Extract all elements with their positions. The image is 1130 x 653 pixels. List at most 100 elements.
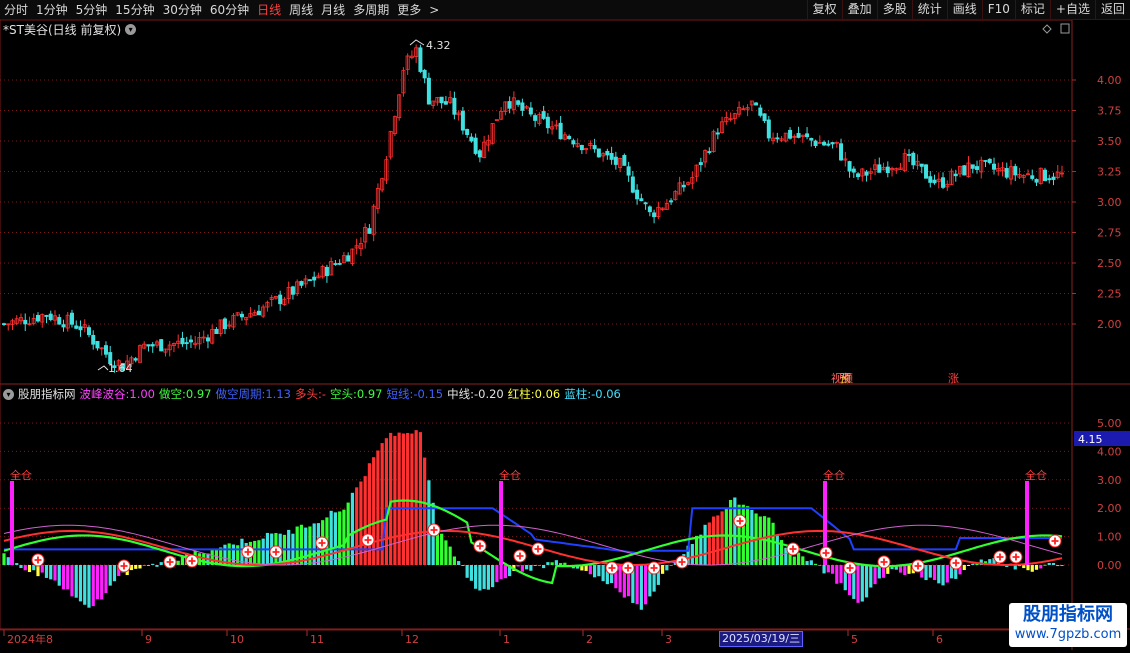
candle-body — [630, 176, 635, 193]
histogram-bar — [860, 565, 864, 602]
candle-body — [452, 97, 457, 115]
histogram-bar — [2, 553, 6, 565]
indicator-value-2: 1.13 — [265, 387, 291, 401]
high-label: 4.32 — [426, 39, 451, 52]
period-tab-10[interactable]: 更多 — [393, 1, 425, 18]
chevron-down-icon[interactable]: ▾ — [3, 388, 14, 400]
chart-border — [0, 19, 1073, 631]
histogram-bar — [525, 565, 529, 570]
candle-body — [983, 160, 988, 162]
histogram-bar — [180, 556, 185, 565]
candle-body — [1047, 178, 1052, 181]
histogram-bar — [70, 565, 74, 597]
period-tab-4[interactable]: 30分钟 — [159, 1, 206, 18]
toolbar-button-3[interactable]: 统计 — [911, 0, 947, 19]
histogram-bar — [550, 562, 554, 565]
histogram-bar — [440, 533, 444, 565]
indicator-field-1: 做空: — [158, 387, 186, 401]
histogram-bar — [971, 563, 975, 565]
period-tab-2[interactable]: 5分钟 — [72, 1, 112, 18]
indicator-legend: ▾ 股朋指标网 波峰波谷: 1.00 做空: 0.97 做空周期: 1.13 多头: … — [3, 386, 625, 402]
histogram-bar — [665, 565, 669, 571]
histogram-bar — [707, 522, 711, 565]
histogram-bar — [703, 524, 707, 565]
histogram-bar — [801, 556, 805, 565]
histogram-bar — [261, 538, 265, 565]
candle-body — [647, 206, 652, 213]
x-axis-label: 6 — [936, 633, 943, 646]
x-axis-label: 12 — [405, 633, 419, 646]
indicator-value-8: -0.06 — [591, 387, 621, 401]
indicator-name: 股朋指标网 — [18, 387, 76, 401]
period-tab-5[interactable]: 60分钟 — [206, 1, 253, 18]
indicator-value-0: 1.00 — [129, 387, 155, 401]
candle-body — [754, 102, 759, 106]
histogram-bar — [474, 565, 478, 589]
candle-body — [643, 202, 648, 205]
candle-body — [762, 113, 767, 122]
toolbar-button-2[interactable]: 多股 — [876, 0, 912, 19]
histogram-bar — [737, 504, 741, 565]
candle-body — [91, 334, 96, 345]
chevron-right-icon[interactable]: > — [425, 3, 443, 17]
period-tab-0[interactable]: 分时 — [0, 1, 32, 18]
histogram-bar — [1043, 564, 1047, 566]
histogram-bar — [559, 563, 563, 565]
candle-body — [613, 156, 618, 165]
candle-body — [924, 164, 929, 179]
candle-body — [626, 166, 631, 176]
toolbar-button-4[interactable]: 画线 — [946, 0, 982, 19]
histogram-bar — [792, 556, 796, 565]
x-axis-label: 5 — [851, 633, 858, 646]
toolbar-button-6[interactable]: 标记 — [1014, 0, 1050, 19]
candle-body — [839, 143, 844, 161]
toolbar-button-7[interactable]: +自选 — [1049, 0, 1095, 19]
histogram-bar — [741, 504, 745, 565]
period-tab-7[interactable]: 周线 — [285, 1, 317, 18]
candle-body — [567, 135, 572, 140]
toolbar-button-1[interactable]: 叠加 — [841, 0, 877, 19]
candle-body — [932, 179, 937, 184]
histogram-bar — [142, 565, 146, 566]
toolbar-button-8[interactable]: 返回 — [1094, 0, 1130, 19]
candle-body — [443, 101, 448, 105]
candle-body — [2, 323, 7, 326]
period-tab-1[interactable]: 1分钟 — [32, 1, 72, 18]
candle-body — [528, 107, 533, 115]
candle-body — [669, 200, 674, 203]
candle-body — [35, 314, 40, 322]
candle-body — [69, 312, 74, 325]
candle-body — [422, 69, 427, 79]
candle-body — [103, 345, 108, 355]
candle-body — [681, 184, 686, 188]
value-tick-label: 4.00 — [1097, 445, 1122, 458]
histogram-bar — [100, 565, 104, 600]
candle-body — [962, 165, 967, 176]
price-tick-label: 3.50 — [1097, 135, 1122, 148]
main-chart-title-bar: *ST美谷(日线 前复权) ▾ — [3, 21, 137, 37]
histogram-bar — [74, 565, 78, 598]
candle-body — [367, 228, 372, 234]
toolbar-button-5[interactable]: F10 — [981, 0, 1015, 19]
candle-body — [507, 101, 512, 109]
toolbar-button-0[interactable]: 复权 — [806, 0, 842, 19]
chart-area[interactable]: 4.00 3.75 3.50 3.25 3.00 2.75 2.50 2.25 2.00 4.32… — [0, 19, 1130, 650]
histogram-bar — [495, 565, 499, 583]
histogram-bar — [19, 565, 23, 569]
period-tab-6[interactable]: 日线 — [253, 1, 285, 18]
indicator-field-4: 空头: — [329, 387, 357, 401]
chevron-down-icon[interactable]: ▾ — [125, 23, 137, 35]
histogram-bar — [745, 506, 750, 565]
candle-body — [299, 281, 304, 286]
period-tab-9[interactable]: 多周期 — [349, 1, 393, 18]
histogram-bar — [486, 565, 490, 590]
full-position-label: 全仓 — [10, 468, 32, 482]
indicator-value-7: 0.06 — [534, 387, 561, 401]
histogram-bar — [813, 563, 818, 565]
period-tab-8[interactable]: 月线 — [317, 1, 349, 18]
histogram-bar — [758, 516, 762, 565]
histogram-bar — [83, 565, 87, 605]
histogram-bar — [66, 565, 70, 590]
period-tab-3[interactable]: 15分钟 — [111, 1, 158, 18]
x-axis-label: 3 — [665, 633, 672, 646]
